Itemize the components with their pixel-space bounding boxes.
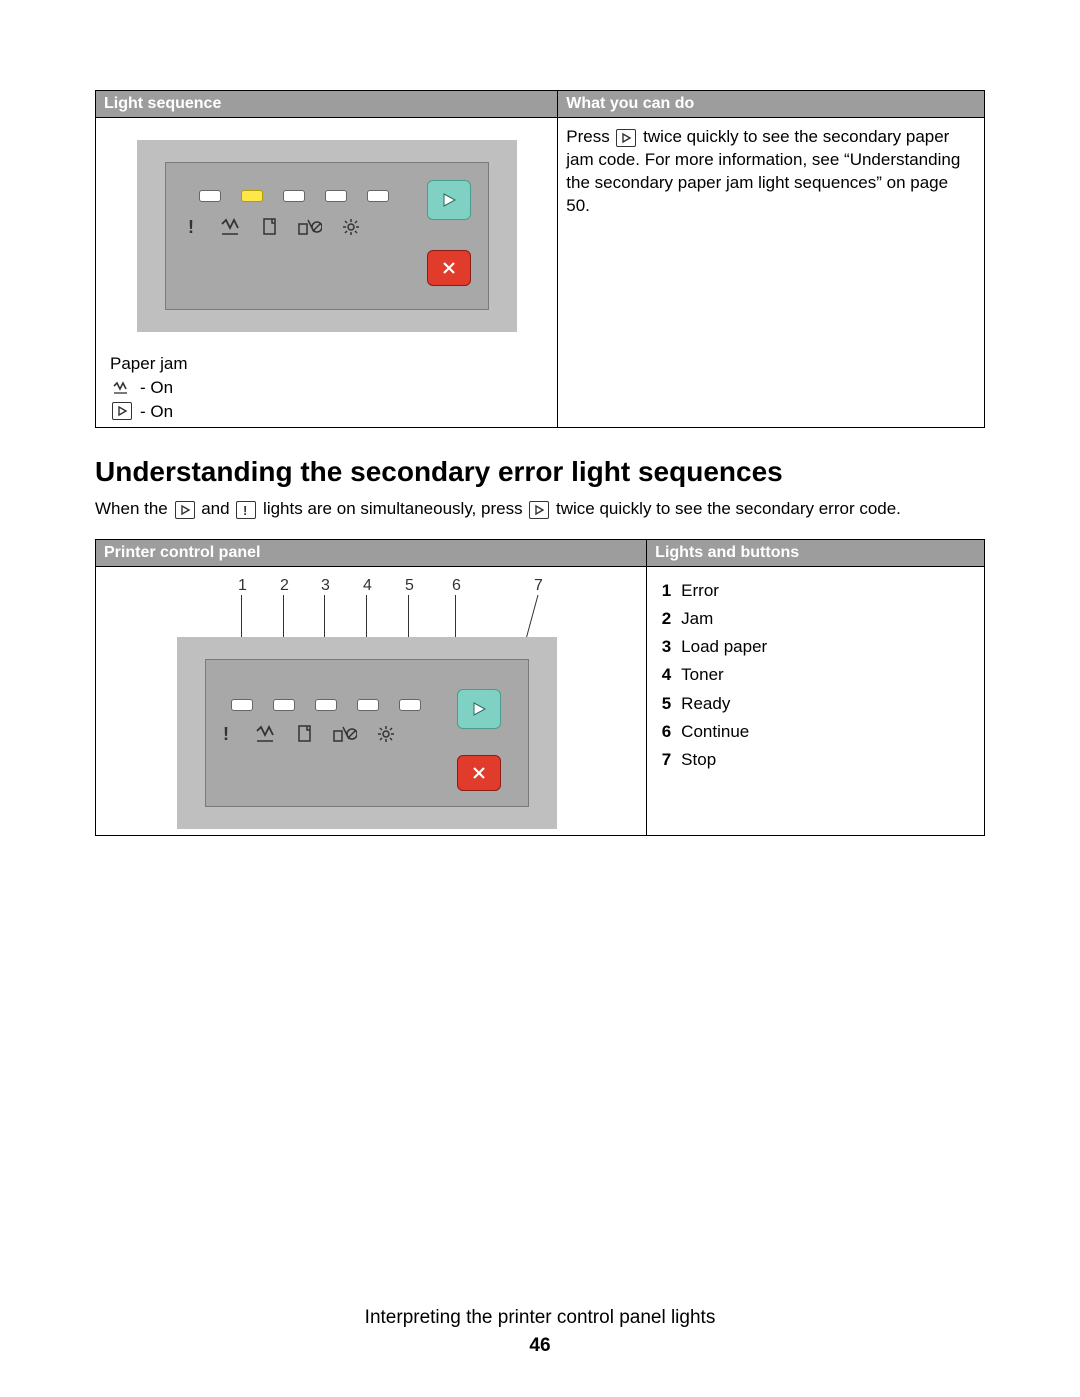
toner-icon [298,218,322,241]
svg-text:!: ! [243,503,247,517]
cell-panel-figure-2: 1 2 3 4 5 6 7 [96,567,647,836]
legend-item: 1Error [657,577,974,605]
panel-icon-row: ! [182,218,360,241]
svg-text:!: ! [223,725,229,743]
table-light-sequence: Light sequence What you can do [95,90,985,428]
chapter-title: Interpreting the printer control panel l… [0,1307,1080,1329]
led-jam-on [241,190,263,202]
page-footer: Interpreting the printer control panel l… [0,1307,1080,1357]
page-number: 46 [0,1335,1080,1357]
legend-item: 3Load paper [657,633,974,661]
legend-item: 4Toner [657,661,974,689]
led-error [199,190,221,202]
legend-item: 6Continue [657,718,974,746]
legend-item: 5Ready [657,690,974,718]
continue-button-icon [427,180,471,220]
led-3-load-paper [315,699,337,711]
led-4-toner [357,699,379,711]
continue-icon [175,501,195,519]
cell-panel-figure-1: ! [96,118,558,428]
cell-legend: 1Error 2Jam 3Load paper 4Toner 5Ready 6C… [647,567,985,836]
error-icon: ! [236,501,256,519]
continue-icon [112,402,132,420]
th-what-you-can-do: What you can do [558,91,985,118]
state-jam-on: - On [110,376,551,400]
led-5-ready [399,699,421,711]
th-light-sequence: Light sequence [96,91,558,118]
caption-paper-jam: Paper jam [110,352,551,376]
toner-icon [333,725,357,748]
printer-panel-figure-1: ! [137,140,517,332]
continue-button-icon [457,689,501,729]
cell-instructions-1: Press twice quickly to see the secondary… [558,118,985,428]
manual-page: Light sequence What you can do [0,0,1080,1397]
stop-button-icon [457,755,501,791]
error-icon: ! [182,218,200,241]
led-load-paper [283,190,305,202]
error-icon: ! [217,725,235,748]
led-1-error [231,699,253,711]
load-paper-icon [297,725,313,748]
section-heading: Understanding the secondary error light … [95,456,985,488]
jam-icon [255,725,277,748]
panel-icon-row: ! [217,725,395,748]
th-lights-and-buttons: Lights and buttons [647,540,985,567]
stop-button-icon [427,250,471,286]
intro-paragraph: When the and ! lights are on simultaneou… [95,498,985,521]
printer-panel-figure-2: ! [177,637,557,829]
legend-list: 1Error 2Jam 3Load paper 4Toner 5Ready 6C… [653,571,978,779]
state-continue-on: - On [110,400,551,424]
legend-item: 7Stop [657,746,974,774]
continue-icon [616,129,636,147]
jam-icon [112,379,132,397]
jam-icon [220,218,242,241]
table-printer-control-panel: Printer control panel Lights and buttons… [95,539,985,836]
continue-icon [529,501,549,519]
ready-icon [342,218,360,241]
led-2-jam [273,699,295,711]
led-ready [367,190,389,202]
load-paper-icon [262,218,278,241]
svg-text:!: ! [188,218,194,236]
th-printer-control-panel: Printer control panel [96,540,647,567]
legend-item: 2Jam [657,605,974,633]
led-toner [325,190,347,202]
ready-icon [377,725,395,748]
